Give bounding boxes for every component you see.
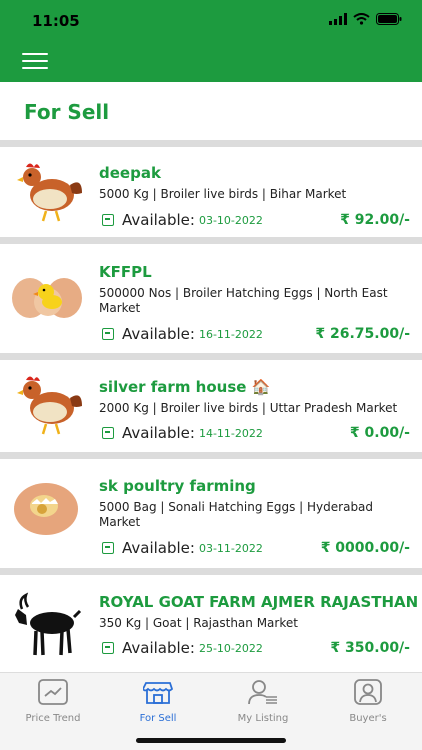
seller-name: sk poultry farming [99, 477, 256, 495]
available-label: Available: [122, 539, 195, 557]
eggs-chick-image [12, 278, 82, 318]
store-icon [141, 682, 174, 704]
availability: Available: 03-11-2022 [102, 539, 263, 557]
calendar-icon [102, 427, 114, 439]
available-date: 16-11-2022 [198, 327, 263, 341]
listing-description: 350 Kg | Goat | Rajasthan Market [99, 616, 298, 630]
wifi-icon [353, 13, 370, 25]
divider [0, 237, 422, 244]
chicken-image [17, 376, 82, 435]
available-date: 03-10-2022 [198, 213, 263, 227]
calendar-icon [102, 328, 114, 340]
tab-label: Buyer's [349, 713, 387, 724]
tab-my-listing[interactable]: My Listing [213, 679, 313, 724]
available-label: Available: [122, 211, 195, 229]
listing-price: ₹ 92.00/- [340, 212, 410, 228]
status-icons [329, 13, 402, 25]
user-list-icon [248, 680, 277, 705]
listing-description: 500000 Nos | Broiler Hatching Eggs | Nor… [99, 286, 388, 315]
status-time: 11:05 [32, 12, 80, 30]
tab-label: My Listing [237, 713, 289, 724]
calendar-icon [102, 642, 114, 654]
tab-label: Price Trend [25, 713, 81, 724]
divider [0, 452, 422, 459]
tab-price-trend[interactable]: Price Trend [3, 679, 103, 724]
seller-name: silver farm house 🏠 [99, 378, 271, 396]
availability: Available: 25-10-2022 [102, 639, 263, 657]
available-label: Available: [122, 325, 195, 343]
user-icon [354, 679, 382, 705]
hatching-egg-image [14, 483, 78, 535]
signal-icon [329, 13, 347, 25]
divider [0, 353, 422, 360]
available-date: 25-10-2022 [198, 641, 263, 655]
listing-card[interactable]: KFFPL 500000 Nos | Broiler Hatching Eggs… [0, 244, 422, 353]
chicken-image [17, 163, 82, 222]
listing-card[interactable]: deepak 5000 Kg | Broiler live birds | Bi… [0, 147, 422, 237]
listing-price: ₹ 0000.00/- [320, 540, 410, 556]
listing-price: ₹ 26.75.00/- [315, 326, 410, 342]
page-title: For Sell [24, 100, 110, 124]
goat-image [15, 592, 82, 656]
listing-list: deepak 5000 Kg | Broiler live birds | Bi… [0, 140, 422, 665]
availability: Available: 16-11-2022 [102, 325, 263, 343]
calendar-icon [102, 542, 114, 554]
tab-for-sell[interactable]: For Sell [108, 679, 208, 724]
listing-card[interactable]: ROYAL GOAT FARM AJMER RAJASTHAN 350 Kg |… [0, 575, 422, 665]
available-label: Available: [122, 424, 195, 442]
calendar-icon [102, 214, 114, 226]
availability: Available: 03-10-2022 [102, 211, 263, 229]
seller-name: deepak [99, 164, 161, 182]
tab-label: For Sell [139, 713, 177, 724]
listing-price: ₹ 350.00/- [330, 640, 410, 656]
availability: Available: 14-11-2022 [102, 424, 263, 442]
available-date: 03-11-2022 [198, 541, 263, 555]
tab-buyers[interactable]: Buyer's [318, 679, 418, 724]
home-indicator[interactable] [136, 738, 286, 743]
listing-description: 5000 Kg | Broiler live birds | Bihar Mar… [99, 187, 347, 201]
divider [0, 568, 422, 575]
status-bar: 11:05 [0, 0, 422, 44]
seller-name: KFFPL [99, 263, 152, 281]
available-label: Available: [122, 639, 195, 657]
listing-card[interactable]: sk poultry farming 5000 Bag | Sonali Hat… [0, 459, 422, 568]
app-bar [0, 44, 422, 82]
listing-card[interactable]: silver farm house 🏠 2000 Kg | Broiler li… [0, 360, 422, 452]
chart-icon [38, 679, 68, 705]
listing-price: ₹ 0.00/- [349, 425, 410, 441]
battery-icon [376, 13, 402, 25]
listing-description: 5000 Bag | Sonali Hatching Eggs | Hydera… [99, 500, 374, 529]
listing-description: 2000 Kg | Broiler live birds | Uttar Pra… [99, 401, 398, 415]
available-date: 14-11-2022 [198, 426, 263, 440]
seller-name: ROYAL GOAT FARM AJMER RAJASTHAN [99, 593, 419, 611]
menu-icon[interactable] [22, 53, 48, 71]
divider [0, 140, 422, 147]
